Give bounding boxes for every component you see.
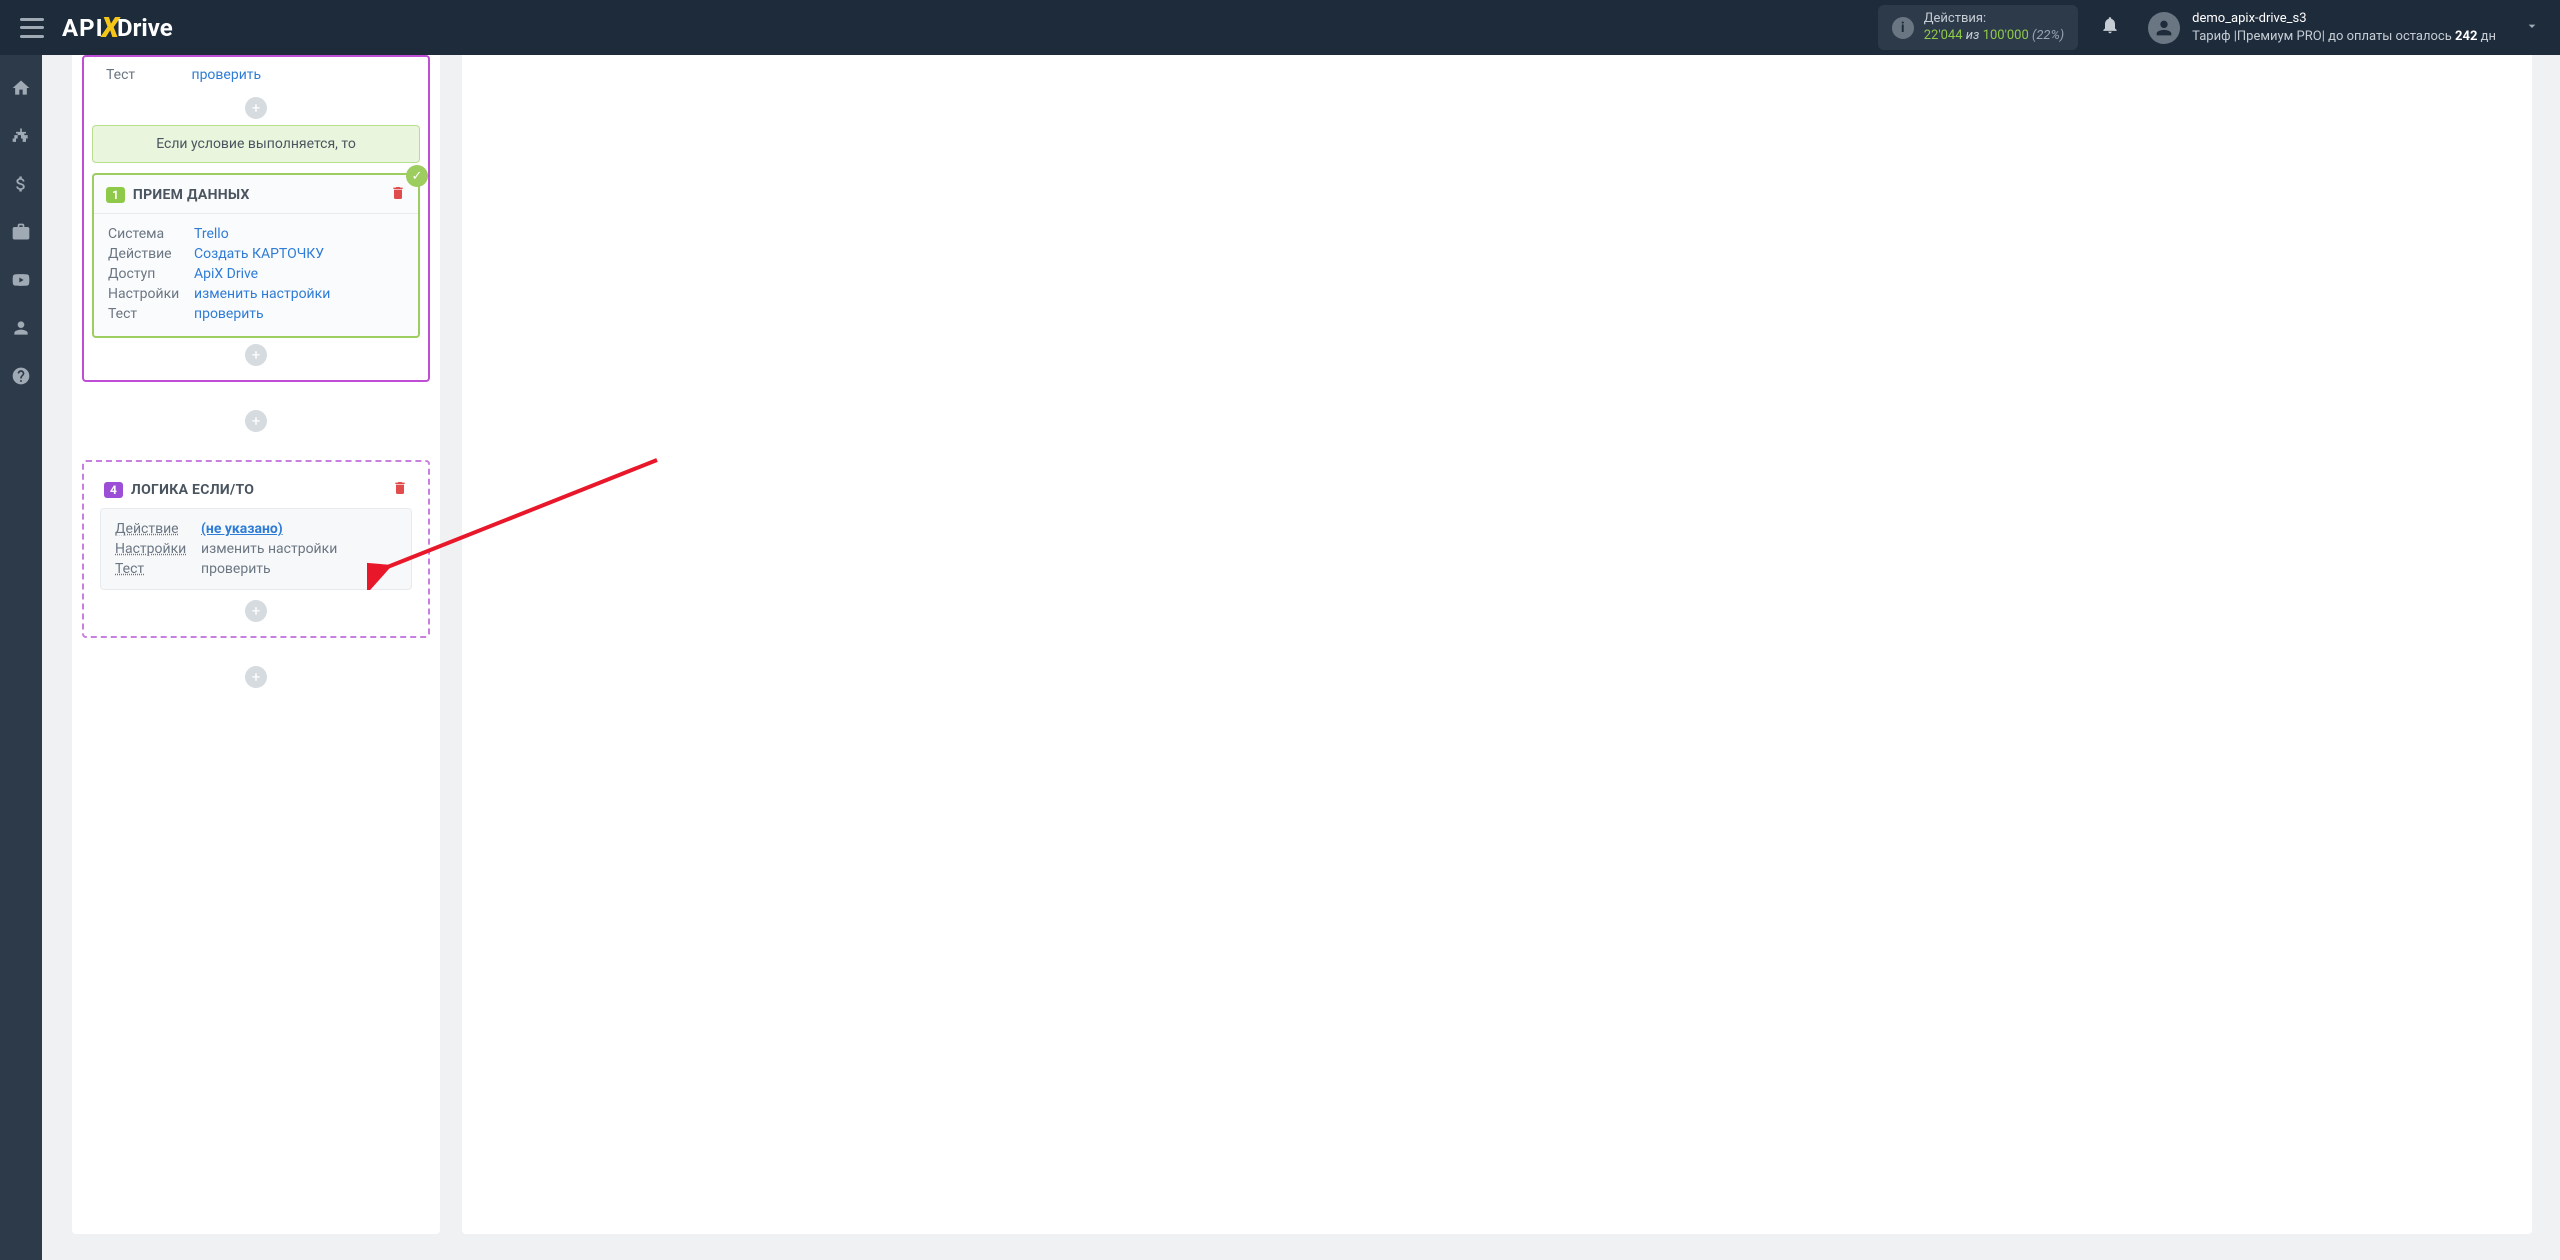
- data-receive-step-card[interactable]: ✓ 1 ПРИЕМ ДАННЫХ СистемаTrello ДействиеС…: [92, 173, 420, 338]
- row-settings: Настройкиизменить настройки: [108, 284, 404, 304]
- step-title: ЛОГИКА ЕСЛИ/ТО: [131, 482, 254, 498]
- app-logo[interactable]: APIXDrive: [62, 11, 173, 44]
- logic-rows: Действие(не указано) Настройкиизменить н…: [100, 508, 412, 590]
- row-test: Тестпроверить: [115, 559, 397, 579]
- action-not-specified-link[interactable]: (не указано): [201, 521, 283, 537]
- action-link[interactable]: Создать КАРТОЧКУ: [194, 246, 324, 262]
- step-number-badge: 4: [104, 482, 123, 498]
- sidebar-nav: [0, 55, 42, 1260]
- add-block-button[interactable]: +: [245, 666, 267, 688]
- system-link[interactable]: Trello: [194, 226, 229, 242]
- menu-toggle-button[interactable]: [20, 18, 44, 38]
- step-title: ПРИЕМ ДАННЫХ: [133, 187, 250, 203]
- settings-text: изменить настройки: [201, 541, 337, 557]
- dollar-icon[interactable]: [10, 173, 32, 195]
- logic-header: 4 ЛОГИКА ЕСЛИ/ТО: [92, 470, 420, 508]
- partial-test-row: Тест проверить: [92, 65, 420, 91]
- user-avatar[interactable]: [2148, 12, 2180, 44]
- add-step-button[interactable]: +: [245, 344, 267, 366]
- flow-builder-column: Тест проверить + Если условие выполняетс…: [72, 55, 440, 1234]
- add-step-button[interactable]: +: [245, 97, 267, 119]
- flow-block-wrapper: Тест проверить + Если условие выполняетс…: [82, 55, 430, 382]
- row-test: Тестпроверить: [108, 304, 404, 324]
- settings-link[interactable]: изменить настройки: [194, 286, 330, 302]
- logic-block-wrapper: 4 ЛОГИКА ЕСЛИ/ТО Действие(не указано) На…: [82, 460, 430, 638]
- briefcase-icon[interactable]: [10, 221, 32, 243]
- test-link[interactable]: проверить: [191, 67, 261, 83]
- condition-banner: Если условие выполняется, то: [92, 125, 420, 163]
- user-menu-chevron-icon[interactable]: [2524, 18, 2540, 38]
- notifications-button[interactable]: [2100, 15, 2120, 40]
- step-number-badge: 1: [106, 187, 125, 203]
- step-header: 1 ПРИЕМ ДАННЫХ: [94, 175, 418, 214]
- user-info[interactable]: demo_apix-drive_s3 Тариф |Премиум PRO| д…: [2192, 10, 2496, 45]
- home-icon[interactable]: [10, 77, 32, 99]
- info-icon: i: [1892, 17, 1914, 39]
- logo-api: API: [62, 14, 104, 42]
- row-action: Действие(не указано): [115, 519, 397, 539]
- row-action: ДействиеСоздать КАРТОЧКУ: [108, 244, 404, 264]
- row-system: СистемаTrello: [108, 224, 404, 244]
- add-step-button[interactable]: +: [245, 600, 267, 622]
- test-text: проверить: [201, 561, 271, 577]
- delete-step-button[interactable]: [392, 480, 408, 500]
- detail-panel: [462, 55, 2532, 1234]
- actions-usage-text: Действия: 22'044 из 100'000 (22%): [1924, 11, 2064, 45]
- help-icon[interactable]: [10, 365, 32, 387]
- add-block-button[interactable]: +: [245, 410, 267, 432]
- row-settings: Настройкиизменить настройки: [115, 539, 397, 559]
- sitemap-icon[interactable]: [10, 125, 32, 147]
- app-header: APIXDrive i Действия: 22'044 из 100'000 …: [0, 0, 2560, 55]
- row-access: ДоступApiX Drive: [108, 264, 404, 284]
- user-icon[interactable]: [10, 317, 32, 339]
- test-link[interactable]: проверить: [194, 306, 264, 322]
- status-complete-icon: ✓: [406, 165, 428, 187]
- youtube-icon[interactable]: [10, 269, 32, 291]
- step-rows: СистемаTrello ДействиеСоздать КАРТОЧКУ Д…: [94, 214, 418, 336]
- logo-drive: Drive: [117, 14, 173, 42]
- access-link[interactable]: ApiX Drive: [194, 266, 258, 282]
- actions-usage-badge[interactable]: i Действия: 22'044 из 100'000 (22%): [1878, 5, 2078, 51]
- main-content: Тест проверить + Если условие выполняетс…: [42, 55, 2560, 1260]
- delete-step-button[interactable]: [390, 185, 406, 205]
